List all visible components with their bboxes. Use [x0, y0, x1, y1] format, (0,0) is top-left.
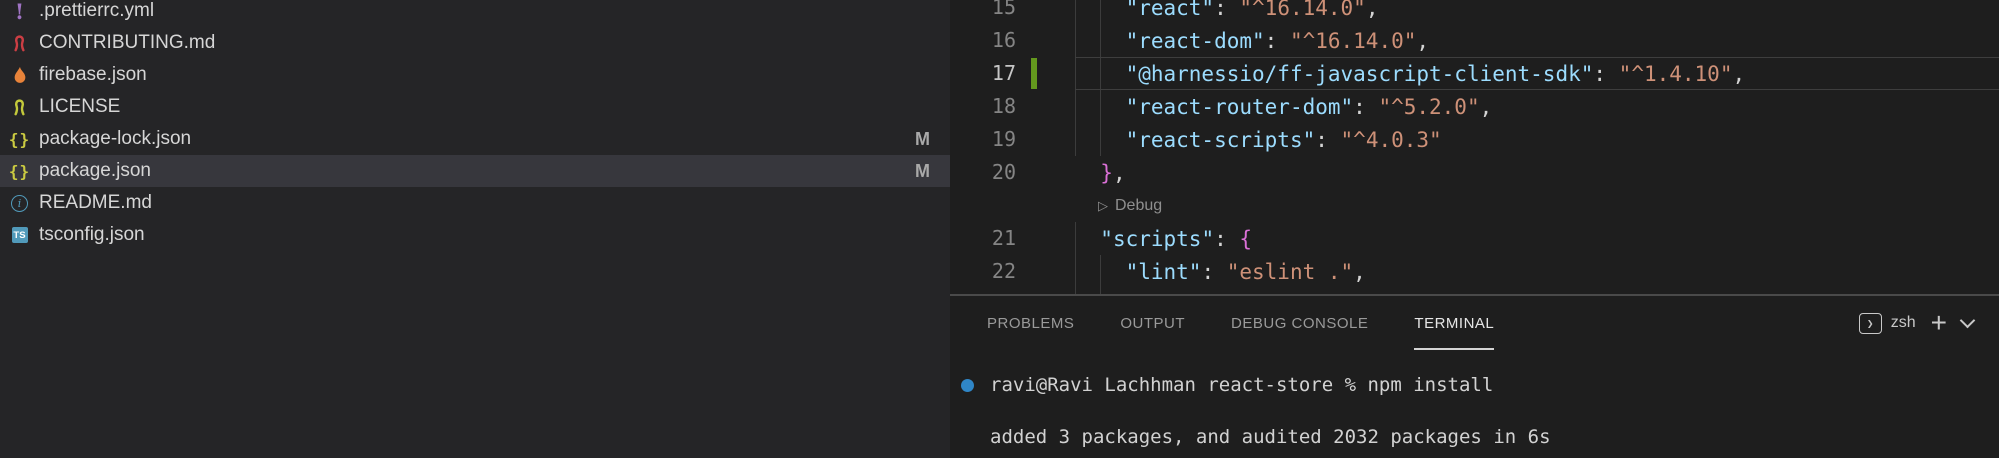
- file-name: firebase.json: [39, 64, 147, 86]
- tab-problems[interactable]: PROBLEMS: [987, 296, 1074, 350]
- file-name: package-lock.json: [39, 128, 191, 150]
- ribbon-yellow-icon: [8, 96, 31, 118]
- line-number: 17: [950, 57, 1016, 90]
- code-row-line-19: 19 "react-scripts": "^4.0.3": [950, 123, 1999, 156]
- file-row-package.json[interactable]: {} package.json M: [0, 155, 950, 187]
- command-success-dot-icon: [961, 379, 974, 392]
- code-line[interactable]: "@harnessio/ff-javascript-client-sdk": "…: [1075, 62, 1745, 86]
- editor-group: 15 "react": "^16.14.0",16 "react-dom": "…: [950, 0, 1999, 458]
- line-number: 19: [950, 123, 1016, 156]
- codelens-play-icon: ▷: [1098, 198, 1108, 214]
- git-added-gutter-bar: [1031, 58, 1037, 89]
- panel-controls: ❯ zsh +: [1859, 296, 1973, 350]
- code-line[interactable]: "lint": "eslint .",: [1075, 260, 1366, 284]
- code-line[interactable]: "react": "^16.14.0",: [1075, 0, 1378, 20]
- terminal-line: ravi@Ravi Lachhman react-store % npm ins…: [961, 374, 1493, 396]
- file-row-README.md[interactable]: i README.md: [0, 187, 950, 219]
- terminal-line: added 3 packages, and audited 2032 packa…: [990, 426, 1551, 448]
- terminal-text: added 3 packages, and audited 2032 packa…: [990, 426, 1551, 448]
- code-row-line-18: 18 "react-router-dom": "^5.2.0",: [950, 90, 1999, 123]
- code-row-line-15: 15 "react": "^16.14.0",: [950, 0, 1999, 24]
- code-row-line-17: 17 "@harnessio/ff-javascript-client-sdk"…: [950, 57, 1999, 90]
- terminal-text: ravi@Ravi Lachhman react-store % npm ins…: [990, 374, 1493, 396]
- code-line[interactable]: },: [1075, 161, 1126, 185]
- git-modified-badge: M: [915, 161, 930, 182]
- file-row-.prettierrc.yml[interactable]: ! .prettierrc.yml: [0, 0, 950, 27]
- file-name: package.json: [39, 160, 151, 182]
- active-terminal-item[interactable]: ❯ zsh: [1859, 313, 1916, 334]
- code-row-line-20: 20 },: [950, 156, 1999, 189]
- git-modified-badge: M: [915, 129, 930, 150]
- line-number: 20: [950, 156, 1016, 189]
- file-row-package-lock.json[interactable]: {} package-lock.json M: [0, 123, 950, 155]
- typescript-icon: TS: [8, 224, 31, 246]
- ribbon-red-icon: [8, 32, 31, 54]
- file-row-tsconfig.json[interactable]: TS tsconfig.json: [0, 219, 950, 251]
- file-row-LICENSE[interactable]: LICENSE: [0, 91, 950, 123]
- code-row-line-22: 22 "lint": "eslint .",: [950, 255, 1999, 288]
- file-explorer: ! .prettierrc.yml CONTRIBUTING.md firebase.…: [0, 0, 950, 458]
- code-row-line-16: 16 "react-dom": "^16.14.0",: [950, 24, 1999, 57]
- file-row-CONTRIBUTING.md[interactable]: CONTRIBUTING.md: [0, 27, 950, 59]
- panel-tab-bar: PROBLEMS OUTPUT DEBUG CONSOLE TERMINAL: [950, 296, 1999, 350]
- json-braces-icon: {}: [8, 160, 31, 182]
- tab-debug-console[interactable]: DEBUG CONSOLE: [1231, 296, 1368, 350]
- line-number: 21: [950, 222, 1016, 255]
- line-number: 16: [950, 24, 1016, 57]
- line-number: 15: [950, 0, 1016, 24]
- terminal-shell-icon: ❯: [1859, 313, 1882, 334]
- tab-terminal[interactable]: TERMINAL: [1414, 296, 1494, 350]
- codelens-debug-link[interactable]: ▷ Debug: [1098, 189, 1162, 222]
- codelens-label: Debug: [1115, 197, 1162, 215]
- editor-region: 15 "react": "^16.14.0",16 "react-dom": "…: [950, 0, 1999, 294]
- file-name: README.md: [39, 192, 152, 214]
- file-name: tsconfig.json: [39, 224, 145, 246]
- line-number: 18: [950, 90, 1016, 123]
- json-braces-icon: {}: [8, 128, 31, 150]
- vscode-window: ! .prettierrc.yml CONTRIBUTING.md firebase.…: [0, 0, 1999, 458]
- code-line[interactable]: "react-scripts": "^4.0.3": [1075, 128, 1442, 152]
- flame-icon: [8, 64, 31, 86]
- tab-output[interactable]: OUTPUT: [1120, 296, 1185, 350]
- code-line[interactable]: "react-router-dom": "^5.2.0",: [1075, 95, 1492, 119]
- line-number: 22: [950, 255, 1016, 288]
- code-line[interactable]: "scripts": {: [1075, 227, 1252, 251]
- code-line[interactable]: "react-dom": "^16.14.0",: [1075, 29, 1429, 53]
- prettier-icon: !: [8, 0, 31, 22]
- terminal-panel: PROBLEMS OUTPUT DEBUG CONSOLE TERMINAL ❯ zs…: [950, 294, 1999, 458]
- code-row-line-21: 21 "scripts": {: [950, 222, 1999, 255]
- shell-label: zsh: [1891, 314, 1916, 332]
- file-row-firebase.json[interactable]: firebase.json: [0, 59, 950, 91]
- file-name: CONTRIBUTING.md: [39, 32, 215, 54]
- file-name: LICENSE: [39, 96, 120, 118]
- chevron-down-icon[interactable]: [1960, 313, 1976, 329]
- file-name: .prettierrc.yml: [39, 0, 154, 22]
- info-icon: i: [8, 192, 31, 214]
